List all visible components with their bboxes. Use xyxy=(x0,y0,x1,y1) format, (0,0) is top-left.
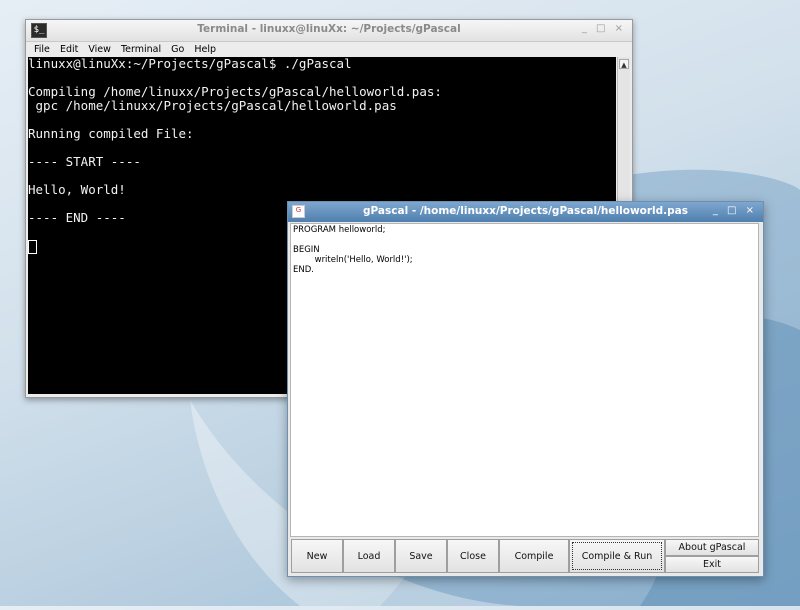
terminal-cursor xyxy=(28,239,37,254)
toolbar: New Load Save Close Compile Compile & Ru… xyxy=(291,539,759,573)
code-line: BEGIN xyxy=(293,245,320,255)
compile-button[interactable]: Compile xyxy=(499,539,569,573)
gpascal-window: G gPascal - /home/linuxx/Projects/gPasca… xyxy=(287,201,764,577)
menu-file[interactable]: File xyxy=(34,44,50,55)
about-button[interactable]: About gPascal xyxy=(665,539,759,556)
terminal-line: Hello, World! xyxy=(28,182,126,197)
menu-view[interactable]: View xyxy=(88,44,111,55)
terminal-window-controls[interactable]: _ □ × xyxy=(582,23,626,34)
gpascal-titlebar[interactable]: G gPascal - /home/linuxx/Projects/gPasca… xyxy=(288,202,763,222)
menu-go[interactable]: Go xyxy=(171,44,184,55)
exit-button[interactable]: Exit xyxy=(665,556,759,573)
save-button[interactable]: Save xyxy=(395,539,447,573)
compile-run-button[interactable]: Compile & Run xyxy=(569,539,665,573)
code-editor[interactable]: PROGRAM helloworld; BEGIN writeln('Hello… xyxy=(290,223,759,537)
code-line: PROGRAM helloworld; xyxy=(293,225,386,235)
menu-terminal[interactable]: Terminal xyxy=(121,44,161,55)
terminal-line: Running compiled File: xyxy=(28,126,194,141)
terminal-line: Compiling /home/linuxx/Projects/gPascal/… xyxy=(28,84,442,99)
code-line: END. xyxy=(293,265,314,275)
new-button[interactable]: New xyxy=(291,539,343,573)
terminal-line: ---- START ---- xyxy=(28,154,141,169)
load-button[interactable]: Load xyxy=(343,539,395,573)
terminal-line: gpc /home/linuxx/Projects/gPascal/hellow… xyxy=(28,98,397,113)
code-line: writeln('Hello, World!'); xyxy=(293,255,413,265)
menu-edit[interactable]: Edit xyxy=(60,44,78,55)
terminal-titlebar[interactable]: $_ Terminal - linuxx@linuXx: ~/Projects/… xyxy=(26,20,632,42)
close-button[interactable]: Close xyxy=(447,539,499,573)
menu-help[interactable]: Help xyxy=(194,44,216,55)
terminal-title: Terminal - linuxx@linuXx: ~/Projects/gPa… xyxy=(197,23,461,35)
gpascal-window-controls[interactable]: _ □ × xyxy=(713,205,757,216)
terminal-menubar: File Edit View Terminal Go Help xyxy=(26,42,632,57)
terminal-line: linuxx@linuXx:~/Projects/gPascal$ ./gPas… xyxy=(28,57,352,71)
scroll-up-icon[interactable]: ▲ xyxy=(619,59,629,69)
gpascal-title: gPascal - /home/linuxx/Projects/gPascal/… xyxy=(363,205,688,217)
